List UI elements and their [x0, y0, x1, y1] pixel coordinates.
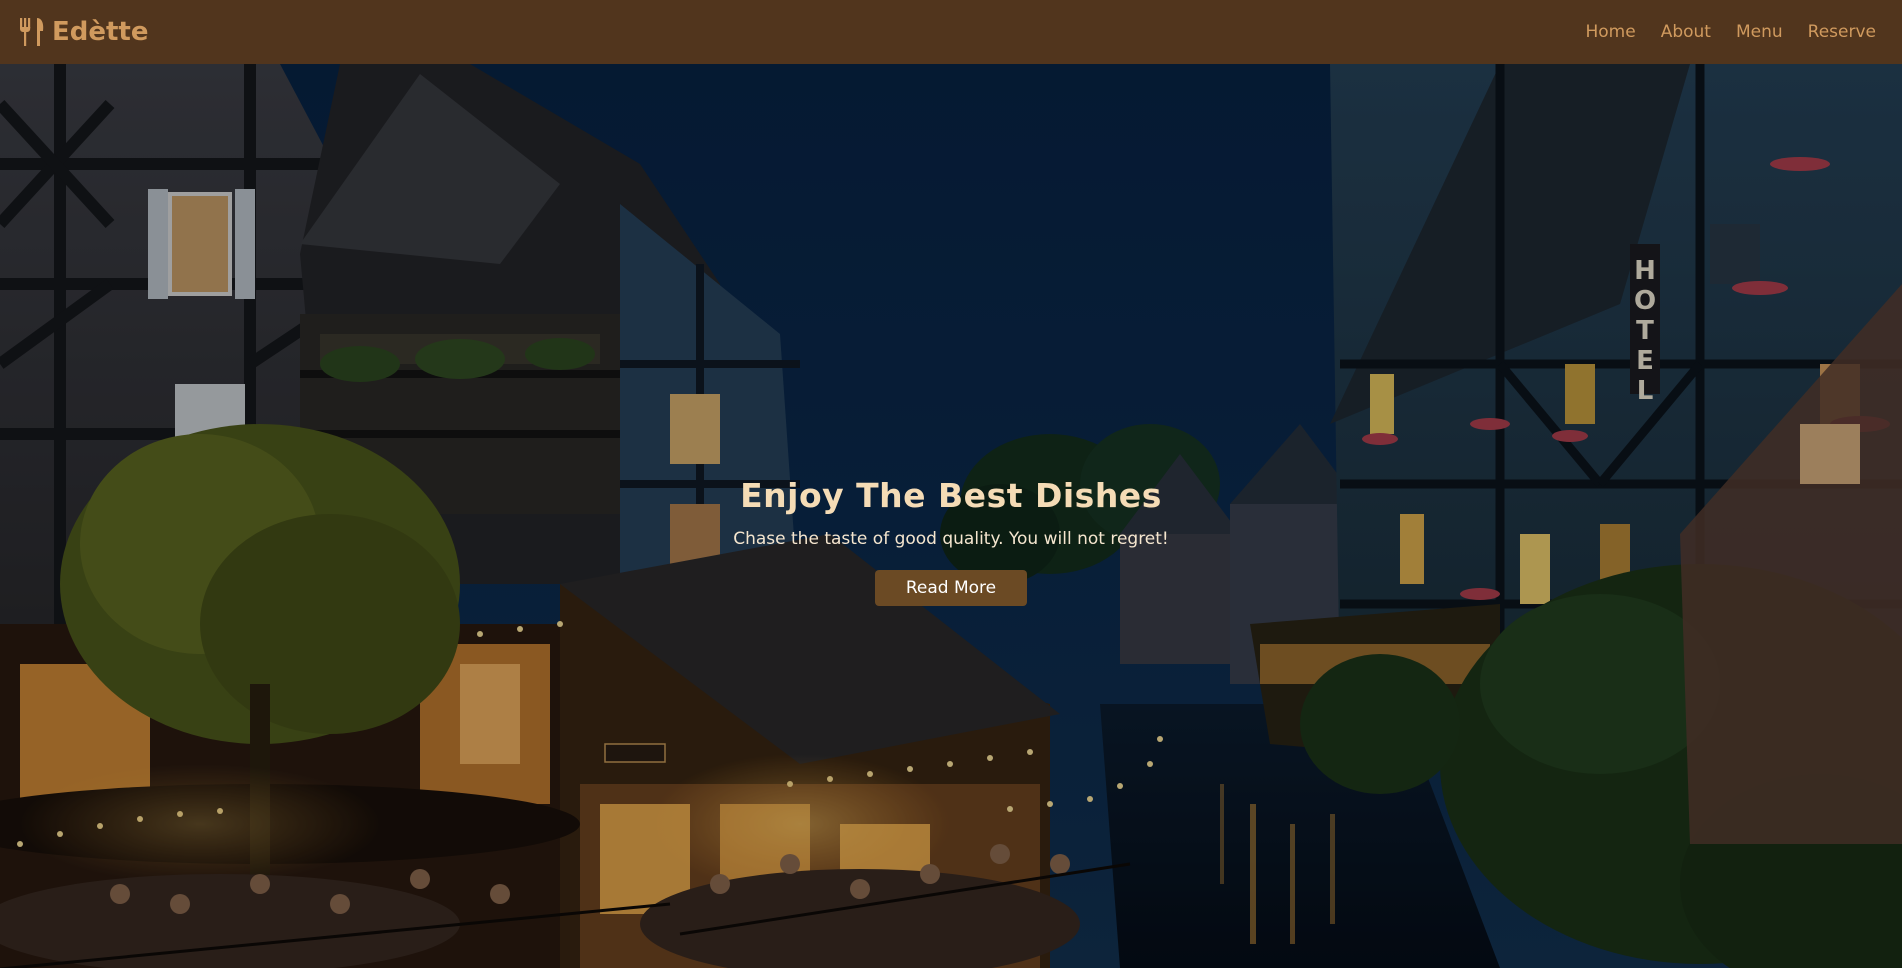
read-more-button[interactable]: Read More: [874, 570, 1028, 606]
nav-link-about[interactable]: About: [1661, 22, 1711, 42]
hero-section: H O T E L Enjoy The Best Dishes Chase th…: [0, 64, 1902, 968]
brand-logo[interactable]: Edètte: [18, 17, 149, 47]
nav-link-home[interactable]: Home: [1586, 22, 1636, 42]
nav-link-reserve[interactable]: Reserve: [1808, 22, 1876, 42]
hero-subtitle: Chase the taste of good quality. You wil…: [733, 529, 1169, 549]
hero-title: Enjoy The Best Dishes: [740, 476, 1162, 515]
utensils-icon: [18, 17, 46, 47]
brand-name: Edètte: [52, 17, 149, 47]
nav-links: Home About Menu Reserve: [1561, 22, 1877, 42]
hero-content: Enjoy The Best Dishes Chase the taste of…: [0, 476, 1902, 606]
nav-link-menu[interactable]: Menu: [1736, 22, 1783, 42]
navbar: Edètte Home About Menu Reserve: [0, 0, 1902, 64]
